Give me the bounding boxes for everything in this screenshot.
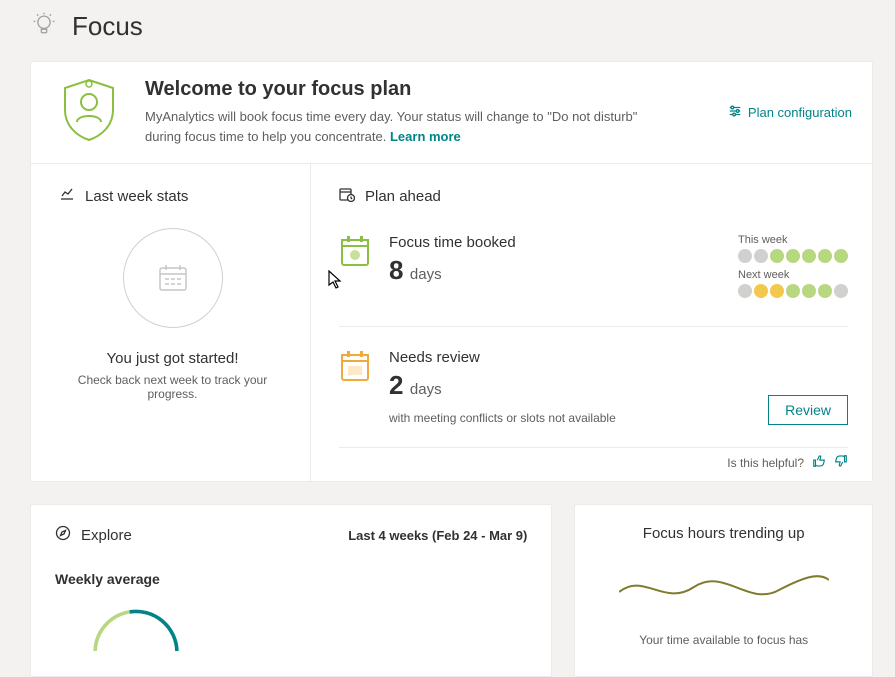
bottom-row: Explore Last 4 weeks (Feb 24 - Mar 9) We… — [30, 504, 873, 677]
week-dots-block: This week Next week — [738, 234, 848, 304]
shield-user-icon — [61, 78, 117, 147]
calendar-yellow-icon — [339, 349, 371, 425]
page-title: Focus — [72, 11, 143, 42]
review-value: 2 — [389, 370, 403, 401]
explore-heading: Explore — [81, 527, 132, 544]
calendar-clock-icon — [339, 186, 355, 206]
last-week-heading: Last week stats — [85, 188, 188, 205]
this-week-label: This week — [738, 234, 848, 246]
next-week-label: Next week — [738, 269, 848, 281]
review-note: with meeting conflicts or slots not avai… — [389, 411, 750, 425]
last-week-msg: You just got started! — [59, 350, 286, 367]
review-title: Needs review — [389, 349, 750, 366]
trend-card: Focus hours trending up Your time availa… — [574, 504, 873, 677]
next-week-dots — [738, 284, 848, 298]
plan-configuration-link[interactable]: Plan configuration — [728, 104, 852, 121]
booked-title: Focus time booked — [389, 234, 720, 251]
page-header: Focus — [30, 10, 873, 43]
trend-sparkline — [599, 562, 848, 617]
this-week-dots — [738, 249, 848, 263]
calendar-green-icon — [339, 234, 371, 304]
learn-more-link[interactable]: Learn more — [390, 129, 461, 144]
last-week-stats: Last week stats You just got started! Ch… — [31, 164, 311, 481]
welcome-banner: Welcome to your focus plan MyAnalytics w… — [31, 62, 872, 164]
plan-ahead-heading: Plan ahead — [365, 188, 441, 205]
last-week-sub: Check back next week to track your progr… — [59, 373, 286, 401]
compass-icon — [55, 525, 71, 545]
trend-title: Focus hours trending up — [599, 525, 848, 542]
sliders-icon — [728, 104, 742, 121]
booked-value: 8 — [389, 255, 403, 286]
booked-unit: days — [410, 266, 442, 283]
weekly-average-arc — [55, 601, 527, 656]
lightbulb-icon — [30, 10, 58, 43]
thumbs-up-icon[interactable] — [812, 454, 826, 471]
review-unit: days — [410, 381, 442, 398]
needs-review-row: Needs review 2 days with meeting conflic… — [339, 326, 848, 447]
explore-range: Last 4 weeks (Feb 24 - Mar 9) — [348, 528, 527, 543]
thumbs-down-icon[interactable] — [834, 454, 848, 471]
helpful-row: Is this helpful? — [339, 447, 848, 471]
review-button[interactable]: Review — [768, 395, 848, 425]
chart-line-icon — [59, 186, 75, 206]
weekly-average-label: Weekly average — [55, 571, 527, 587]
welcome-desc: MyAnalytics will book focus time every d… — [145, 107, 645, 146]
helpful-label: Is this helpful? — [727, 456, 804, 470]
focus-time-booked-row: Focus time booked 8 days This week Next … — [339, 228, 848, 326]
focus-main-card: Welcome to your focus plan MyAnalytics w… — [30, 61, 873, 482]
plan-ahead: Plan ahead Focus time booked 8 — [311, 164, 872, 481]
welcome-title: Welcome to your focus plan — [145, 78, 700, 101]
trend-note: Your time available to focus has — [599, 633, 848, 647]
explore-card: Explore Last 4 weeks (Feb 24 - Mar 9) We… — [30, 504, 552, 677]
empty-stats-circle — [123, 228, 223, 328]
